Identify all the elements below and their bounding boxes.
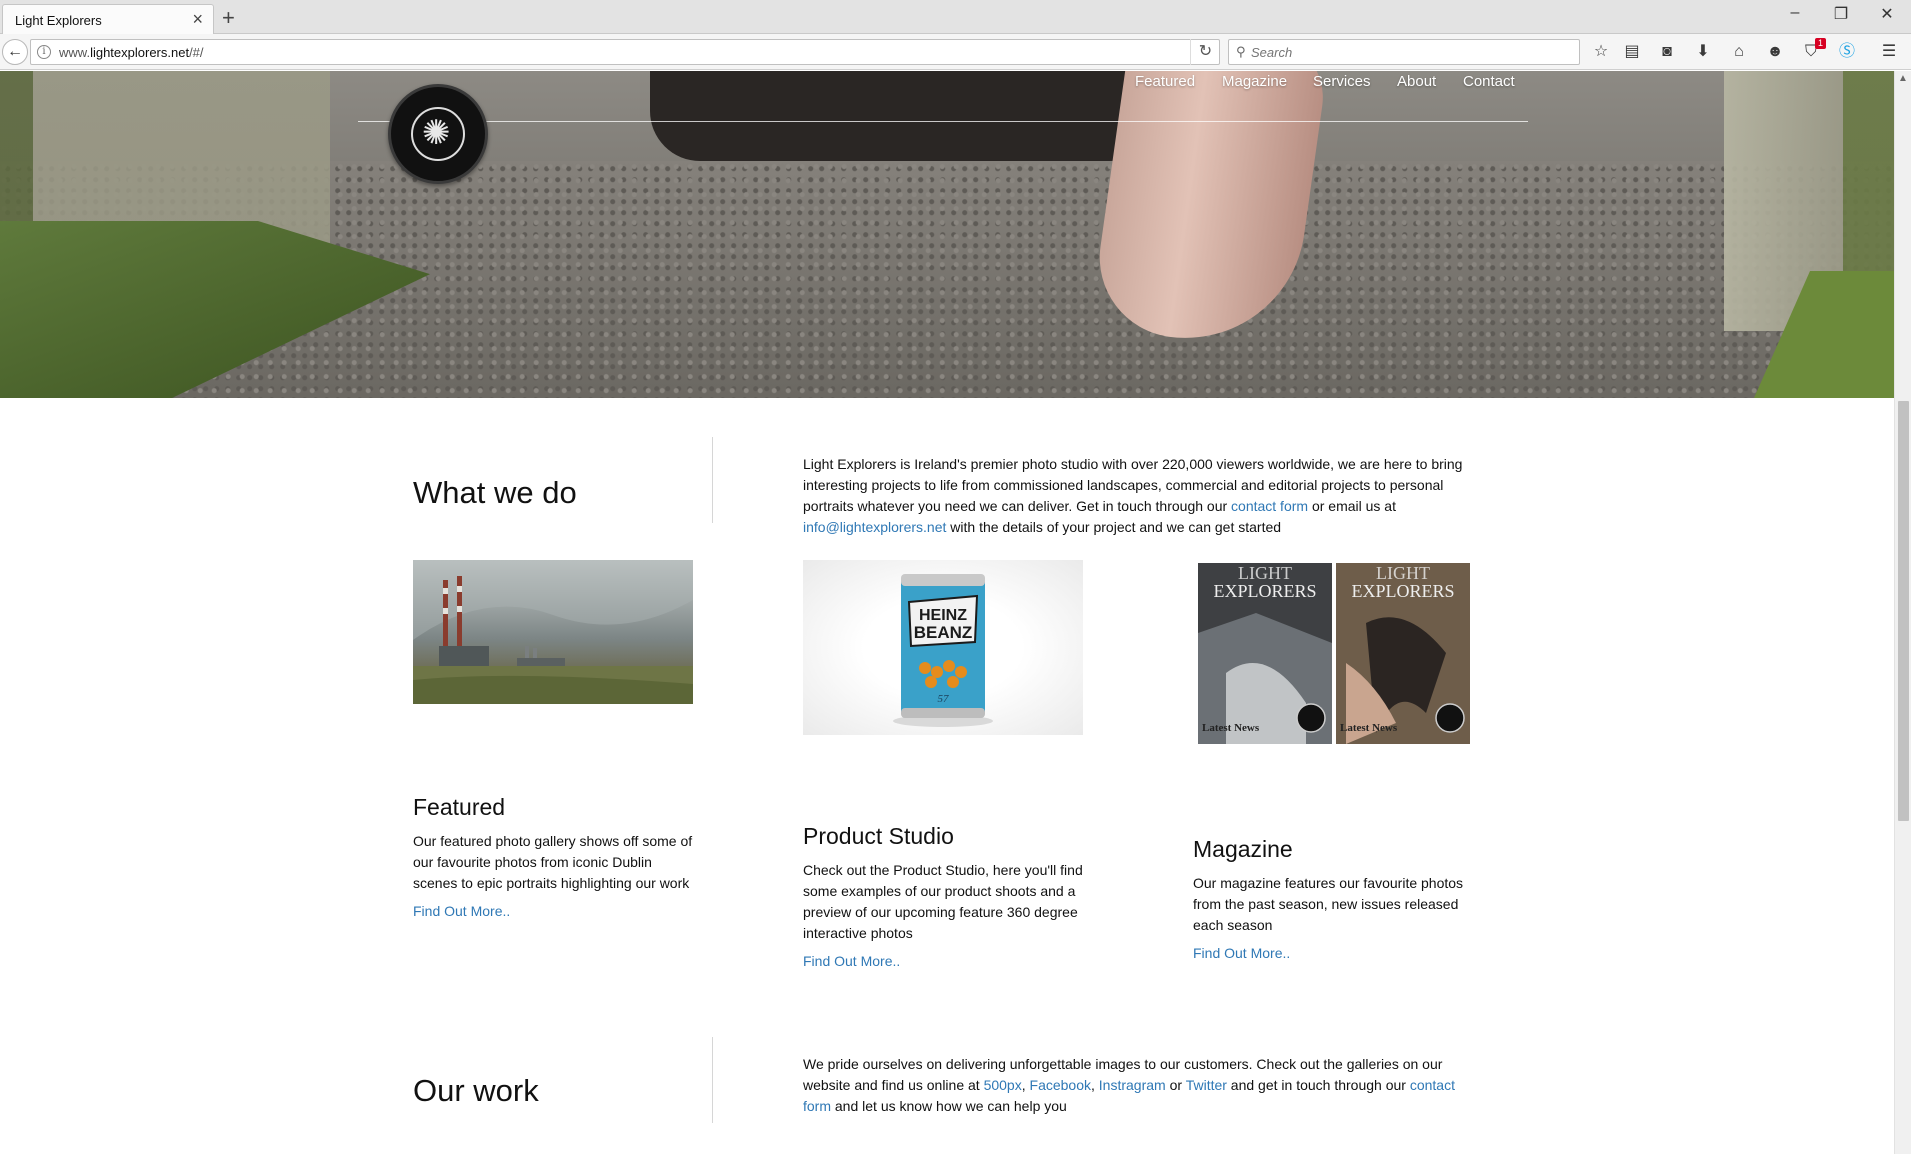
cover-2-footer: Latest News bbox=[1340, 722, 1398, 734]
magazine-find-out-more-link[interactable]: Find Out More.. bbox=[1193, 945, 1290, 961]
card-featured-title: Featured bbox=[413, 794, 506, 820]
site-logo[interactable]: ✺ bbox=[388, 84, 488, 184]
bookmark-star-icon[interactable]: ☆ bbox=[1590, 42, 1612, 64]
menu-hamburger-icon[interactable]: ☰ bbox=[1878, 42, 1900, 64]
scroll-up-arrow-icon[interactable]: ▲ bbox=[1898, 73, 1908, 84]
scrollbar-thumb[interactable] bbox=[1898, 401, 1909, 821]
nav-featured[interactable]: Featured bbox=[1135, 73, 1195, 90]
page-viewport: ✺ Featured Magazine Services About Conta… bbox=[0, 71, 1911, 1154]
section-divider-2 bbox=[712, 1037, 713, 1123]
cover-2-word-1: LIGHT bbox=[1376, 563, 1430, 583]
shield-icon[interactable]: ⛉ 1 bbox=[1800, 38, 1826, 64]
pocket-icon[interactable]: ◙ bbox=[1656, 42, 1678, 64]
hero-image: ✺ Featured Magazine Services About Conta… bbox=[0, 71, 1894, 398]
instagram-link[interactable]: Instragram bbox=[1099, 1077, 1166, 1093]
back-arrow-icon[interactable]: ← bbox=[2, 39, 28, 65]
what-we-do-text: Light Explorers is Ireland's premier pho… bbox=[803, 456, 1463, 535]
facebook-link[interactable]: Facebook bbox=[1030, 1077, 1091, 1093]
minimize-icon[interactable]: – bbox=[1772, 4, 1818, 22]
search-bar[interactable]: ⚲ bbox=[1228, 39, 1580, 65]
cover-1-footer: Latest News bbox=[1202, 722, 1260, 734]
reading-list-icon[interactable]: ▤ bbox=[1621, 42, 1643, 64]
search-icon: ⚲ bbox=[1236, 44, 1246, 59]
card-featured-text: Our featured photo gallery shows off som… bbox=[413, 833, 693, 891]
vertical-scrollbar[interactable]: ▲ bbox=[1894, 71, 1911, 1154]
section-divider bbox=[712, 437, 713, 523]
contact-form-link[interactable]: contact form bbox=[1231, 498, 1308, 514]
card-magazine: Magazine Our magazine features our favou… bbox=[1193, 836, 1478, 963]
address-bar[interactable]: i www.lightexplorers.net/#/ bbox=[30, 39, 1220, 65]
what-we-do-heading: What we do bbox=[413, 475, 577, 510]
tab-bar: Light Explorers × + – ❐ ✕ bbox=[0, 0, 1911, 35]
close-window-icon[interactable]: ✕ bbox=[1864, 4, 1910, 24]
500px-link[interactable]: 500px bbox=[984, 1077, 1022, 1093]
tab-title: Light Explorers bbox=[15, 13, 102, 28]
chat-icon[interactable]: ☻ bbox=[1764, 42, 1786, 64]
site-info-icon[interactable]: i bbox=[37, 45, 51, 59]
card-featured: Featured Our featured photo gallery show… bbox=[413, 794, 693, 921]
magazine-covers[interactable]: LIGHT EXPLORERS Latest News LIGHT EXPLOR… bbox=[1196, 563, 1470, 744]
search-input[interactable] bbox=[1251, 42, 1571, 62]
url-text[interactable]: www.lightexplorers.net/#/ bbox=[59, 45, 204, 60]
browser-tab[interactable]: Light Explorers × bbox=[2, 4, 214, 35]
email-link[interactable]: info@lightexplorers.net bbox=[803, 519, 946, 535]
card-product-studio-text: Check out the Product Studio, here you'l… bbox=[803, 862, 1083, 941]
product-studio-photo[interactable]: HEINZ BEANZ 57 bbox=[803, 560, 1083, 735]
cover-1-word-1: LIGHT bbox=[1238, 563, 1292, 583]
nav-about[interactable]: About bbox=[1397, 73, 1436, 90]
cover-1-word-2: EXPLORERS bbox=[1213, 581, 1316, 601]
header-divider bbox=[358, 121, 1528, 122]
new-tab-icon[interactable]: + bbox=[222, 5, 235, 31]
skype-icon[interactable]: Ⓢ bbox=[1836, 42, 1858, 64]
our-work-text: We pride ourselves on delivering unforge… bbox=[803, 1056, 1455, 1114]
can-number: 57 bbox=[938, 693, 950, 705]
nav-contact[interactable]: Contact bbox=[1463, 73, 1515, 90]
our-work-heading: Our work bbox=[413, 1073, 539, 1108]
card-magazine-text: Our magazine features our favourite phot… bbox=[1193, 875, 1464, 933]
card-product-studio-title: Product Studio bbox=[803, 823, 954, 849]
twitter-link[interactable]: Twitter bbox=[1186, 1077, 1227, 1093]
card-magazine-title: Magazine bbox=[1193, 836, 1293, 862]
aperture-icon: ✺ bbox=[422, 114, 451, 152]
nav-services[interactable]: Services bbox=[1313, 73, 1371, 90]
navigation-toolbar: ← i www.lightexplorers.net/#/ ↻ ⚲ ☆ ▤ ◙ … bbox=[0, 34, 1911, 70]
featured-photo[interactable] bbox=[413, 560, 693, 704]
restore-icon[interactable]: ❐ bbox=[1818, 4, 1864, 24]
nav-magazine[interactable]: Magazine bbox=[1222, 73, 1287, 90]
featured-find-out-more-link[interactable]: Find Out More.. bbox=[413, 903, 510, 919]
download-icon[interactable]: ⬇ bbox=[1692, 42, 1714, 64]
cover-2-word-2: EXPLORERS bbox=[1351, 581, 1454, 601]
notification-badge: 1 bbox=[1814, 38, 1826, 49]
can-brand-bottom: BEANZ bbox=[914, 623, 973, 642]
close-tab-icon[interactable]: × bbox=[192, 9, 203, 30]
can-brand-top: HEINZ bbox=[919, 607, 967, 624]
card-product-studio: Product Studio Check out the Product Stu… bbox=[803, 823, 1088, 971]
home-icon[interactable]: ⌂ bbox=[1728, 42, 1750, 64]
product-studio-find-out-more-link[interactable]: Find Out More.. bbox=[803, 953, 900, 969]
reload-icon[interactable]: ↻ bbox=[1190, 39, 1220, 65]
